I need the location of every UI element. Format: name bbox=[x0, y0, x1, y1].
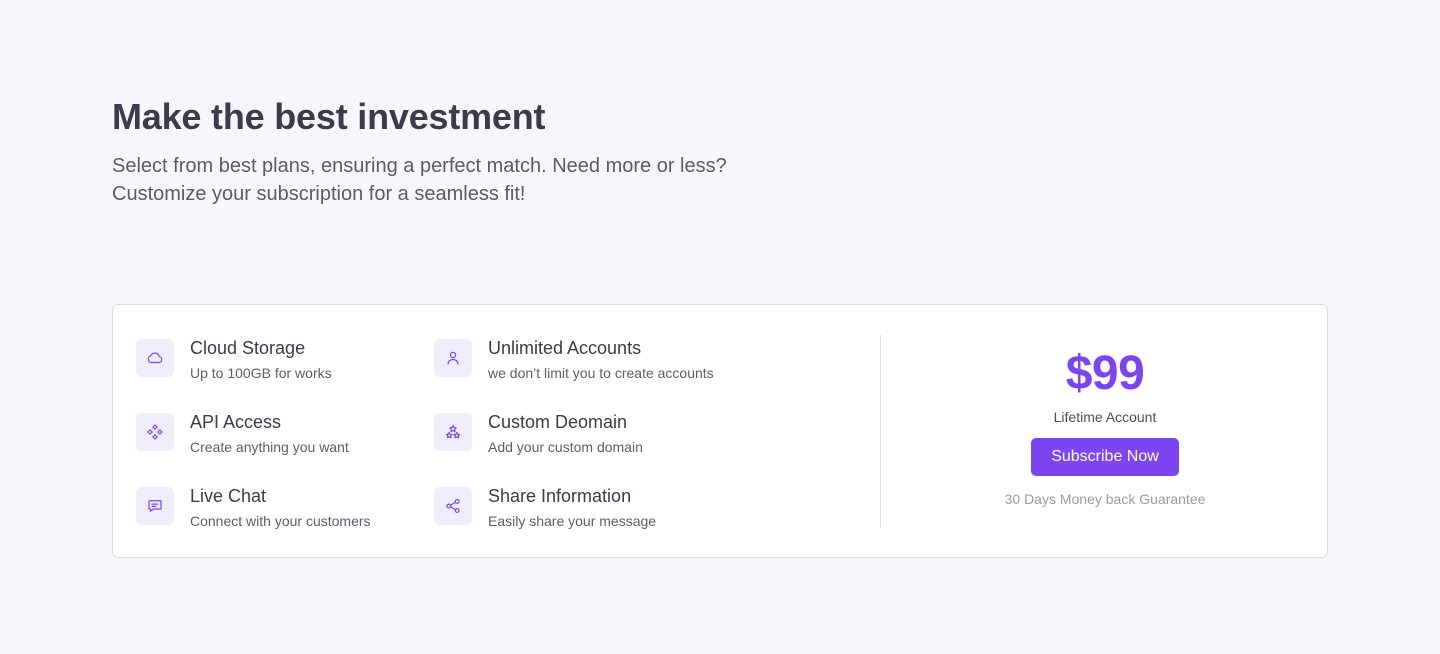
domain-icon bbox=[434, 413, 472, 451]
feature-text: Share Information Easily share your mess… bbox=[488, 485, 656, 530]
feature-title: Share Information bbox=[488, 486, 632, 506]
feature-description: Add your custom domain bbox=[488, 439, 643, 455]
page: Make the best investment Select from bes… bbox=[0, 0, 1440, 654]
page-title: Make the best investment bbox=[112, 96, 546, 137]
feature-title: Live Chat bbox=[190, 486, 267, 506]
feature-text: Live Chat Connect with your customers bbox=[190, 485, 371, 530]
hero-section: Make the best investment Select from bes… bbox=[112, 96, 832, 208]
pricing-card: Cloud Storage Up to 100GB for works Unli… bbox=[112, 304, 1328, 558]
feature-title: API Access bbox=[190, 412, 282, 432]
feature-text: Cloud Storage Up to 100GB for works bbox=[190, 337, 332, 382]
subtitle-line-1: Select from best plans, ensuring a perfe… bbox=[112, 155, 727, 177]
feature-title: Unlimited Accounts bbox=[488, 338, 642, 358]
subtitle-line-2: Customize your subscription for a seamle… bbox=[112, 183, 526, 205]
feature-description: Connect with your customers bbox=[190, 513, 371, 529]
feature-cloud-storage: Cloud Storage Up to 100GB for works bbox=[136, 337, 434, 411]
feature-text: Unlimited Accounts we don’t limit you to… bbox=[488, 337, 714, 382]
share-icon bbox=[434, 487, 472, 525]
price-label: Lifetime Account bbox=[1053, 409, 1157, 425]
feature-api-access: API Access Create anything you want bbox=[136, 411, 434, 485]
chat-icon bbox=[136, 487, 174, 525]
api-icon bbox=[136, 413, 174, 451]
feature-title: Cloud Storage bbox=[190, 338, 306, 358]
subscribe-button[interactable]: Subscribe Now bbox=[1031, 438, 1179, 476]
feature-share-information: Share Information Easily share your mess… bbox=[434, 485, 732, 559]
price-amount: $99 bbox=[1065, 347, 1145, 400]
page-subtitle: Select from best plans, ensuring a perfe… bbox=[112, 152, 792, 208]
pricing-panel: $99 Lifetime Account Subscribe Now 30 Da… bbox=[881, 305, 1329, 559]
feature-custom-domain: Custom Deomain Add your custom domain bbox=[434, 411, 732, 485]
feature-live-chat: Live Chat Connect with your customers bbox=[136, 485, 434, 559]
feature-list: Cloud Storage Up to 100GB for works Unli… bbox=[136, 337, 732, 559]
feature-unlimited-accounts: Unlimited Accounts we don’t limit you to… bbox=[434, 337, 732, 411]
feature-description: Up to 100GB for works bbox=[190, 365, 332, 381]
feature-text: API Access Create anything you want bbox=[190, 411, 349, 456]
guarantee-text: 30 Days Money back Guarantee bbox=[1004, 491, 1206, 507]
feature-title: Custom Deomain bbox=[488, 412, 628, 432]
feature-description: Easily share your message bbox=[488, 513, 657, 529]
user-icon bbox=[434, 339, 472, 377]
feature-description: we don’t limit you to create accounts bbox=[488, 365, 714, 381]
cloud-icon bbox=[136, 339, 174, 377]
feature-description: Create anything you want bbox=[190, 439, 349, 455]
feature-text: Custom Deomain Add your custom domain bbox=[488, 411, 643, 456]
